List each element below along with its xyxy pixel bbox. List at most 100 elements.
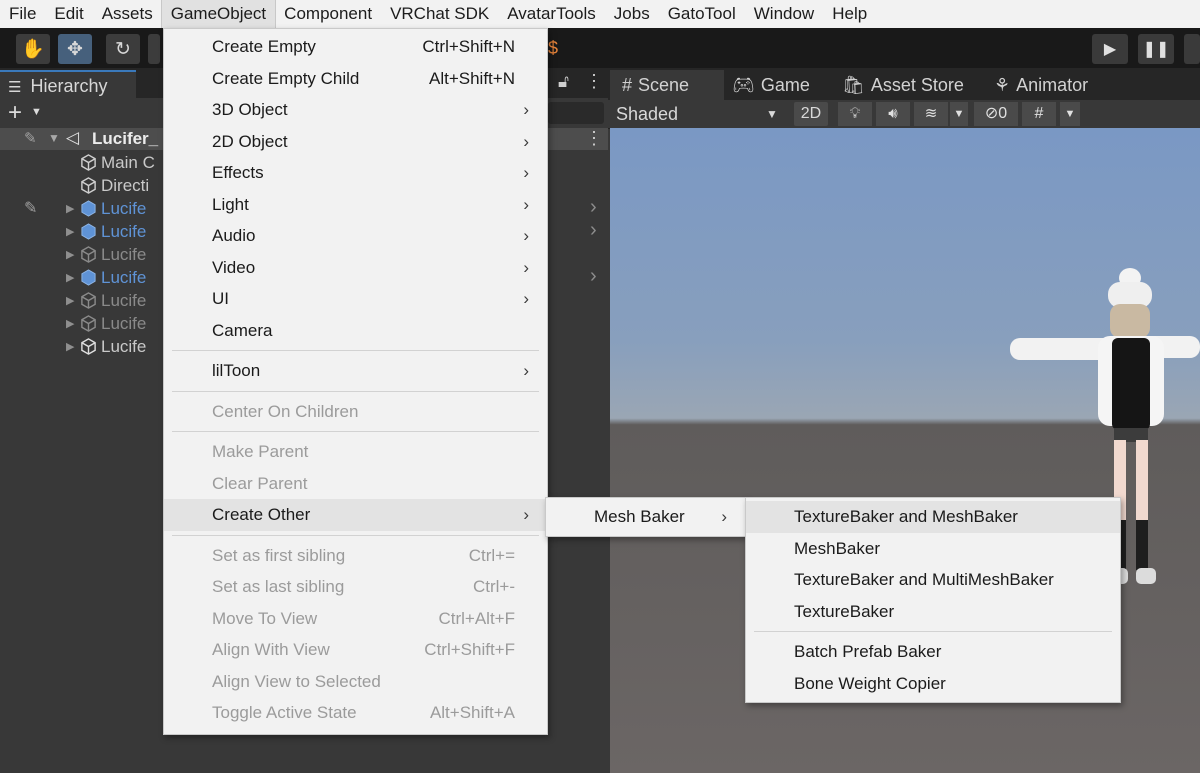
hierarchy-item[interactable]: ▶ Lucife <box>66 312 166 335</box>
fold-arrow-icon[interactable]: ▶ <box>66 271 80 284</box>
menu-vrchat-sdk[interactable]: VRChat SDK <box>381 0 498 28</box>
animator-icon: ⚘ <box>994 75 1011 95</box>
fold-arrow-icon[interactable]: ▶ <box>66 248 80 261</box>
hierarchy-item[interactable]: Main C <box>66 151 166 174</box>
add-object-button[interactable]: + <box>8 99 22 127</box>
menu-item-camera[interactable]: Camera <box>164 315 547 347</box>
menu-item-light[interactable]: Light › <box>164 189 547 221</box>
menu-item-label: Center On Children <box>212 401 359 421</box>
move-tool-button[interactable]: ✥ <box>58 34 92 64</box>
hierarchy-item[interactable]: ▶ Lucife <box>66 335 166 358</box>
menu-edit[interactable]: Edit <box>45 0 92 28</box>
menu-item-center-on-children[interactable]: Center On Children <box>164 396 547 428</box>
menu-item-create-other[interactable]: Create Other › <box>164 499 547 531</box>
menu-assets[interactable]: Assets <box>93 0 162 28</box>
rotate-tool-button[interactable]: ↻ <box>106 34 140 64</box>
audio-icon[interactable]: 🔊︎ <box>876 102 910 126</box>
menu-item-texturebaker[interactable]: TextureBaker <box>746 596 1120 628</box>
menu-item-move-to-view[interactable]: Move To View Ctrl+Alt+F <box>164 603 547 635</box>
menu-item-align-with-view[interactable]: Align With View Ctrl+Shift+F <box>164 634 547 666</box>
menu-window[interactable]: Window <box>745 0 823 28</box>
menu-item-video[interactable]: Video › <box>164 252 547 284</box>
menu-gatotool[interactable]: GatoTool <box>659 0 745 28</box>
shading-mode-dropdown[interactable]: Shaded ▼ <box>616 102 782 126</box>
scale-tool-button[interactable] <box>148 34 160 64</box>
menu-jobs[interactable]: Jobs <box>605 0 659 28</box>
hand-tool-button[interactable]: ✋ <box>16 34 50 64</box>
scene-kebab-icon[interactable]: ⋮ <box>585 128 603 149</box>
menu-gameobject[interactable]: GameObject <box>160 0 277 29</box>
tab-game-label: Game <box>760 75 810 95</box>
step-button[interactable] <box>1184 34 1200 64</box>
menu-component[interactable]: Component <box>275 0 381 28</box>
hierarchy-item[interactable]: ▶ Lucife <box>66 220 166 243</box>
scene-visibility-icon[interactable]: ✎ <box>24 129 37 147</box>
tab-scene[interactable]: # Scene <box>622 71 689 100</box>
play-button[interactable]: ▶ <box>1092 34 1128 64</box>
hierarchy-item[interactable]: ▶ Lucife <box>66 243 166 266</box>
menu-item-create-empty-child[interactable]: Create Empty Child Alt+Shift+N <box>164 63 547 95</box>
menu-item-make-parent[interactable]: Make Parent <box>164 436 547 468</box>
menu-item-meshbaker[interactable]: MeshBaker <box>746 533 1120 565</box>
chevron-right-icon[interactable]: › <box>590 196 597 219</box>
menu-item-texturebaker-and-meshbaker[interactable]: TextureBaker and MeshBaker <box>746 501 1120 533</box>
gizmo-icon[interactable]: # <box>1022 102 1056 126</box>
menu-item-clear-parent[interactable]: Clear Parent <box>164 468 547 500</box>
menu-item-batch-prefab-baker[interactable]: Batch Prefab Baker <box>746 636 1120 668</box>
menu-file[interactable]: File <box>0 0 45 28</box>
tab-hierarchy[interactable]: ☰ Hierarchy <box>0 70 136 100</box>
custom-tool-icon[interactable]: $ <box>548 36 564 60</box>
shading-mode-value: Shaded <box>616 104 679 124</box>
fold-arrow-icon[interactable]: ▶ <box>66 225 80 238</box>
menu-item-label: Create Other <box>212 505 311 524</box>
tab-game[interactable]: 🎮︎ Game <box>732 71 810 100</box>
kebab-icon[interactable]: ⋮ <box>585 71 603 92</box>
menu-item-effects[interactable]: Effects › <box>164 157 547 189</box>
fold-open-icon[interactable]: ▼ <box>48 131 60 145</box>
chevron-down-icon[interactable]: ▼ <box>31 106 42 118</box>
menu-item-2d-object[interactable]: 2D Object › <box>164 126 547 158</box>
lock-icon[interactable]: 🔓︎ <box>558 72 569 92</box>
chevron-right-icon[interactable]: › <box>590 265 597 288</box>
mode-2d-button[interactable]: 2D <box>794 102 828 126</box>
tab-animator[interactable]: ⚘ Animator <box>994 71 1088 100</box>
menu-item-label: Toggle Active State <box>212 703 357 722</box>
hierarchy-item-label: Main C <box>101 152 155 172</box>
menu-item-audio[interactable]: Audio › <box>164 220 547 252</box>
hierarchy-item-label: Directi <box>101 175 150 195</box>
gizmo-dropdown[interactable]: ▼ <box>1060 102 1080 126</box>
menu-item-ui[interactable]: UI › <box>164 283 547 315</box>
menu-avatartools[interactable]: AvatarTools <box>498 0 605 28</box>
hierarchy-item[interactable]: ▶ Lucife <box>66 197 166 220</box>
pause-button[interactable]: ❚❚ <box>1138 34 1174 64</box>
fold-arrow-icon[interactable]: ▶ <box>66 294 80 307</box>
effects-dropdown[interactable]: ▼ <box>950 102 968 126</box>
hierarchy-search-input[interactable] <box>548 102 604 124</box>
menu-item-set-as-first-sibling[interactable]: Set as first sibling Ctrl+= <box>164 540 547 572</box>
visibility-off-icon[interactable]: ✎ <box>24 198 37 218</box>
effects-icon[interactable]: ≋ <box>914 102 948 126</box>
tab-asset-store[interactable]: 🛍︎ Asset Store <box>842 71 964 100</box>
fold-arrow-icon[interactable]: ▶ <box>66 317 80 330</box>
hierarchy-item[interactable]: Directi <box>66 174 166 197</box>
menu-item-create-empty[interactable]: Create Empty Ctrl+Shift+N <box>164 31 547 63</box>
chevron-right-icon[interactable]: › <box>590 219 597 242</box>
menu-item-bone-weight-copier[interactable]: Bone Weight Copier <box>746 668 1120 700</box>
hierarchy-item[interactable]: ▶ Lucife <box>66 289 166 312</box>
menu-item-label: Batch Prefab Baker <box>794 642 942 661</box>
lightbulb-icon[interactable]: 💡︎ <box>838 102 872 126</box>
hierarchy-item[interactable]: ▶ Lucife <box>66 266 166 289</box>
scene-name: Lucifer_ <box>92 129 159 148</box>
menu-help[interactable]: Help <box>823 0 876 28</box>
menu-item-label: Mesh Baker <box>594 507 685 526</box>
menu-item-mesh-baker[interactable]: Mesh Baker › <box>546 501 745 533</box>
menu-item-liltoon[interactable]: lilToon › <box>164 355 547 387</box>
menu-item-align-view-to-selected[interactable]: Align View to Selected <box>164 666 547 698</box>
fold-arrow-icon[interactable]: ▶ <box>66 340 80 353</box>
menu-item-3d-object[interactable]: 3D Object › <box>164 94 547 126</box>
fold-arrow-icon[interactable]: ▶ <box>66 202 80 215</box>
menu-item-texturebaker-and-multimeshbaker[interactable]: TextureBaker and MultiMeshBaker <box>746 564 1120 596</box>
menu-item-toggle-active-state[interactable]: Toggle Active State Alt+Shift+A <box>164 697 547 729</box>
hidden-objects-toggle[interactable]: ⊘0 <box>974 102 1018 126</box>
menu-item-set-as-last-sibling[interactable]: Set as last sibling Ctrl+- <box>164 571 547 603</box>
